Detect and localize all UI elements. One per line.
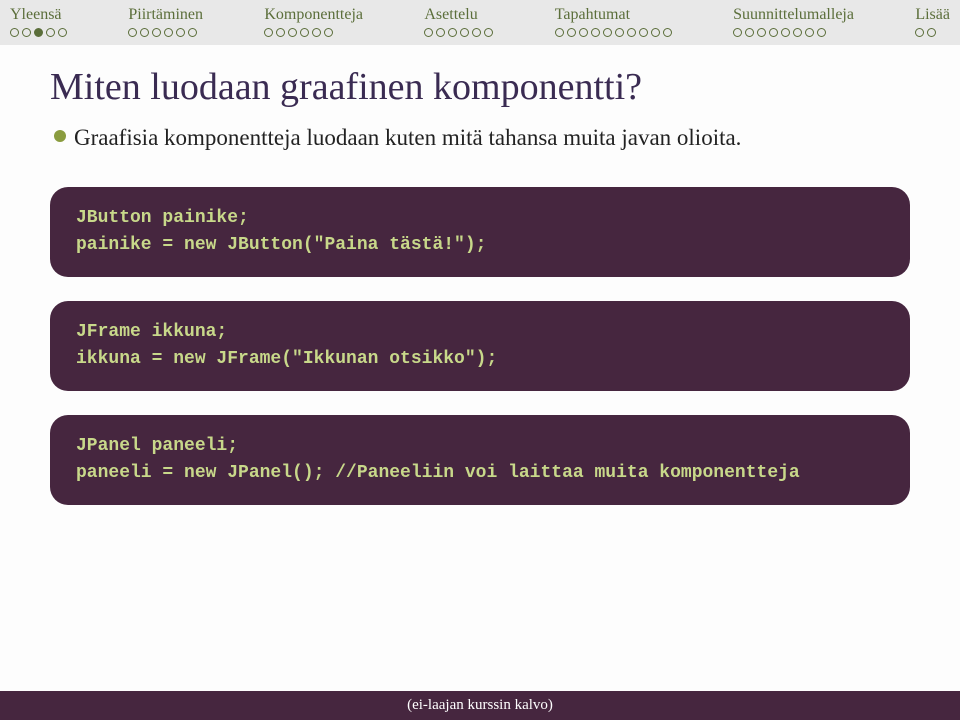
nav-label: Suunnittelumalleja [733,6,854,24]
bullet-row: Graafisia komponentteja luodaan kuten mi… [50,123,910,153]
progress-dot [152,28,161,37]
progress-dot [793,28,802,37]
nav-progress-dots [424,28,493,37]
code-block-2: JFrame ikkuna; ikkuna = new JFrame("Ikku… [50,301,910,391]
progress-dot [651,28,660,37]
nav-progress-dots [264,28,333,37]
nav-label: Komponentteja [264,6,363,24]
progress-dot [472,28,481,37]
progress-dot [288,28,297,37]
nav-section[interactable]: Piirtäminen [128,6,203,37]
nav-label: Asettelu [424,6,477,24]
nav-progress-dots [733,28,826,37]
progress-dot [927,28,936,37]
footer-note: (ei-laajan kurssin kalvo) [0,691,960,720]
progress-dot [603,28,612,37]
progress-dot [769,28,778,37]
progress-dot [567,28,576,37]
progress-dot [176,28,185,37]
progress-dot [312,28,321,37]
progress-dot [436,28,445,37]
progress-dot [745,28,754,37]
progress-dot [34,28,43,37]
nav-section[interactable]: Yleensä [10,6,67,37]
nav-section[interactable]: Suunnittelumalleja [733,6,854,37]
nav-section[interactable]: Asettelu [424,6,493,37]
bullet-text: Graafisia komponentteja luodaan kuten mi… [74,123,741,153]
progress-dot [757,28,766,37]
progress-dot [591,28,600,37]
progress-dot [58,28,67,37]
progress-dot [46,28,55,37]
progress-dot [460,28,469,37]
progress-dot [805,28,814,37]
progress-dot [484,28,493,37]
nav-section[interactable]: Lisää [915,6,950,37]
progress-dot [324,28,333,37]
code-block-3: JPanel paneeli; paneeli = new JPanel(); … [50,415,910,505]
nav-progress-dots [10,28,67,37]
nav-progress-dots [128,28,197,37]
nav-label: Piirtäminen [128,6,203,24]
progress-dot [615,28,624,37]
progress-dot [817,28,826,37]
progress-dot [627,28,636,37]
progress-dot [639,28,648,37]
page-title: Miten luodaan graafinen komponentti? [50,65,910,109]
progress-dot [10,28,19,37]
code-block-1: JButton painike; painike = new JButton("… [50,187,910,277]
nav-progress-dots [555,28,672,37]
progress-dot [140,28,149,37]
progress-dot [781,28,790,37]
top-nav: Yleensä Piirtäminen Komponentteja Asettelu T… [0,0,960,45]
nav-section[interactable]: Tapahtumat [555,6,672,37]
nav-progress-dots [915,28,936,37]
progress-dot [733,28,742,37]
progress-dot [264,28,273,37]
progress-dot [164,28,173,37]
progress-dot [579,28,588,37]
progress-dot [555,28,564,37]
progress-dot [276,28,285,37]
slide-content: Miten luodaan graafinen komponentti? Gra… [0,45,960,505]
progress-dot [424,28,433,37]
progress-dot [915,28,924,37]
nav-label: Tapahtumat [555,6,630,24]
progress-dot [22,28,31,37]
nav-label: Yleensä [10,6,62,24]
bullet-icon [54,130,66,142]
progress-dot [300,28,309,37]
progress-dot [448,28,457,37]
progress-dot [128,28,137,37]
progress-dot [188,28,197,37]
progress-dot [663,28,672,37]
nav-section[interactable]: Komponentteja [264,6,363,37]
nav-label: Lisää [915,6,950,24]
